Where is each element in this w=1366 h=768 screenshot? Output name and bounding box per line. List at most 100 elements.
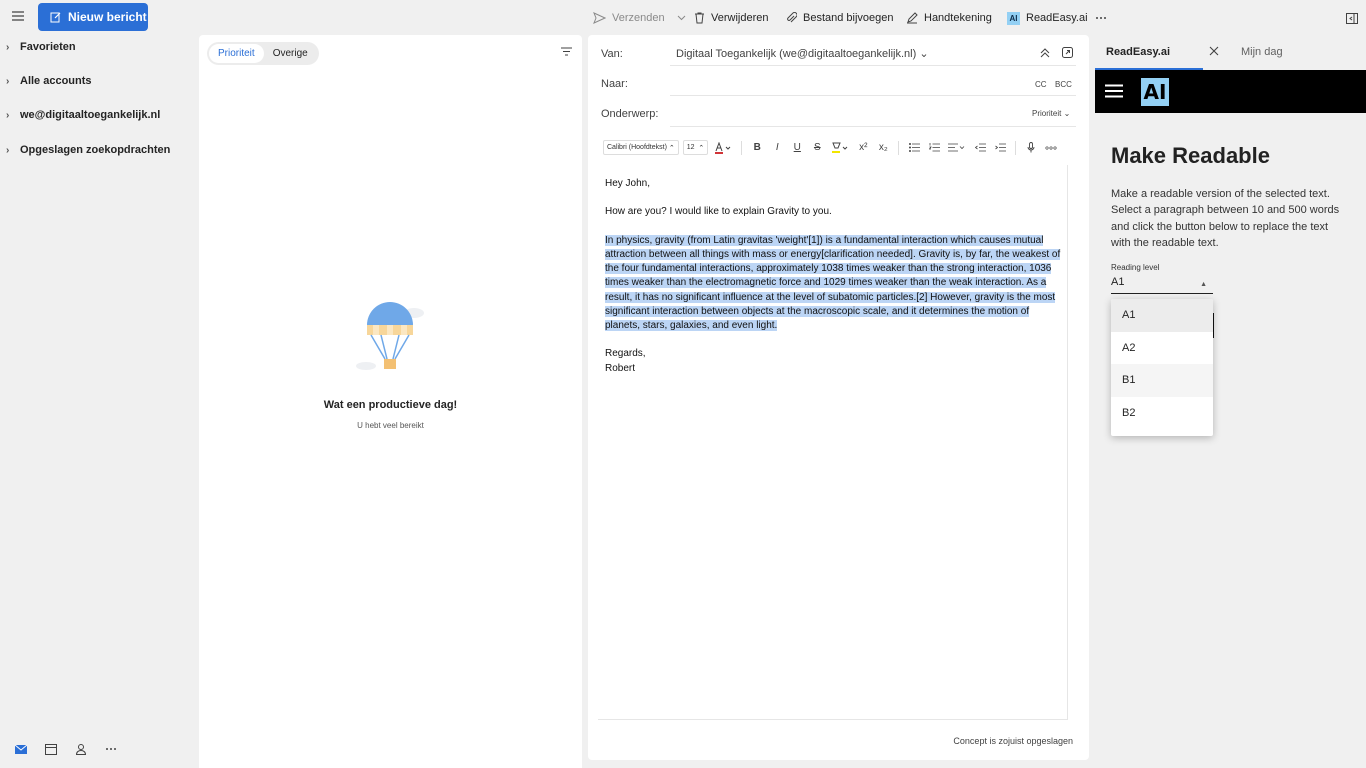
- superscript-icon[interactable]: x²: [855, 140, 871, 156]
- font-family-select[interactable]: Calibri (Hoofdtekst) ⌃: [603, 140, 679, 155]
- app-switcher: [14, 742, 118, 756]
- folder-favorites[interactable]: › Favorieten: [6, 37, 76, 57]
- body-closing: Regards,: [605, 348, 646, 360]
- readeasy-badge-icon: AI: [1007, 11, 1020, 25]
- reading-level-value: A1: [1111, 276, 1125, 288]
- paperclip-icon: [786, 12, 797, 24]
- delete-button[interactable]: Verwijderen: [694, 9, 768, 27]
- hamburger-menu-icon[interactable]: [1105, 84, 1123, 98]
- message-list-pane: Prioriteit Overige Wat een productieve d…: [199, 35, 582, 768]
- level-option-b2[interactable]: B2: [1111, 397, 1213, 430]
- numbering-icon[interactable]: [926, 140, 942, 156]
- caret-up-icon: ▲: [1200, 281, 1207, 288]
- divider: [670, 126, 1076, 127]
- menu-icon[interactable]: [11, 10, 27, 24]
- align-icon[interactable]: [946, 140, 968, 156]
- chevron-right-icon: ›: [6, 109, 10, 121]
- font-family-value: Calibri (Hoofdtekst): [607, 144, 667, 151]
- selected-text: In physics, gravity (from Latin gravitas…: [605, 234, 1061, 331]
- strikethrough-icon[interactable]: S: [809, 140, 825, 156]
- divider: [670, 65, 1076, 66]
- priority-button[interactable]: Prioriteit ⌄: [1032, 109, 1070, 118]
- folder-all-accounts[interactable]: › Alle accounts: [6, 71, 92, 91]
- message-body-text[interactable]: Hey John, How are you? I would like to e…: [605, 177, 1065, 376]
- readeasy-button[interactable]: AI ReadEasy.ai: [1007, 9, 1088, 27]
- subject-label: Onderwerp:: [601, 108, 659, 120]
- bold-icon[interactable]: B: [749, 140, 765, 156]
- chevron-right-icon: ›: [6, 75, 10, 87]
- toolbar-separator: [741, 140, 743, 155]
- toolbar-separator: [1015, 140, 1017, 155]
- new-message-button[interactable]: Nieuw bericht: [38, 3, 148, 31]
- highlight-icon[interactable]: [829, 140, 851, 156]
- popout-icon[interactable]: [1062, 47, 1073, 58]
- tab-other[interactable]: Overige: [264, 44, 317, 63]
- body-paragraph-selected: In physics, gravity (from Latin gravitas…: [605, 234, 1065, 333]
- mail-icon[interactable]: [14, 742, 28, 756]
- decrease-indent-icon[interactable]: [972, 140, 988, 156]
- readeasy-logo: AI: [1141, 78, 1169, 106]
- font-size-select[interactable]: 12 ⌃: [682, 140, 709, 155]
- readeasy-label: ReadEasy.ai: [1026, 12, 1088, 24]
- empty-state-subtitle: U hebt veel bereikt: [357, 421, 424, 430]
- italic-icon[interactable]: I: [769, 140, 785, 156]
- pen-icon: [906, 12, 918, 24]
- folder-saved-searches[interactable]: › Opgeslagen zoekopdrachten: [6, 140, 170, 160]
- tab-my-day[interactable]: Mijn dag: [1241, 46, 1283, 58]
- bullets-icon[interactable]: [906, 140, 922, 156]
- addin-pane: ReadEasy.ai Mijn dag AI Make Readable Ma…: [1095, 35, 1366, 768]
- dictate-icon[interactable]: [1023, 140, 1039, 156]
- attach-file-button[interactable]: Bestand bijvoegen: [786, 9, 894, 27]
- body-blank-line: [605, 191, 1065, 205]
- reading-level-dropdown: A1 A2 B1 B2: [1111, 299, 1213, 436]
- cc-button[interactable]: CC: [1035, 80, 1047, 89]
- level-option-a2[interactable]: A2: [1111, 332, 1213, 365]
- compose-icon: [50, 11, 62, 23]
- calendar-icon[interactable]: [44, 742, 58, 756]
- ellipsis-icon: [1095, 16, 1107, 20]
- font-color-icon[interactable]: [712, 140, 734, 156]
- folder-account[interactable]: › we@digitaaltoegankelijk.nl: [6, 105, 160, 125]
- to-label: Naar:: [601, 78, 628, 90]
- chevron-down-icon: ⌄: [1063, 109, 1071, 118]
- more-options-button[interactable]: [1095, 9, 1107, 27]
- reading-level-select[interactable]: A1 ▲: [1111, 276, 1213, 294]
- level-option-a1[interactable]: A1: [1111, 299, 1213, 332]
- body-blank-line: [605, 333, 1065, 347]
- collapse-header-icon[interactable]: [1040, 48, 1050, 58]
- draft-status: Concept is zojuist opgeslagen: [953, 736, 1073, 746]
- from-account-select[interactable]: Digitaal Toegankelijk (we@digitaaltoegan…: [676, 47, 929, 60]
- filter-icon[interactable]: [561, 47, 572, 56]
- more-apps-icon[interactable]: [104, 742, 118, 756]
- chevron-right-icon: ›: [6, 41, 10, 53]
- message-body-editor[interactable]: Hey John, How are you? I would like to e…: [598, 165, 1068, 720]
- attach-file-label: Bestand bijvoegen: [803, 12, 894, 24]
- from-label: Van:: [601, 48, 623, 60]
- chevron-down-icon[interactable]: [677, 15, 686, 21]
- increase-indent-icon[interactable]: [992, 140, 1008, 156]
- send-button[interactable]: Verzenden: [593, 9, 686, 27]
- reading-level-label: Reading level: [1111, 263, 1160, 272]
- send-icon: [593, 12, 606, 24]
- tab-focused[interactable]: Prioriteit: [209, 44, 264, 63]
- tab-readeasy[interactable]: ReadEasy.ai: [1106, 46, 1170, 58]
- chevron-right-icon: ›: [6, 144, 10, 156]
- panel-toggle-icon: [1346, 12, 1358, 24]
- from-value: Digitaal Toegankelijk (we@digitaaltoegan…: [676, 48, 917, 60]
- level-option-b1[interactable]: B1: [1111, 364, 1213, 397]
- collapse-pane-button[interactable]: [1346, 9, 1358, 27]
- signature-label: Handtekening: [924, 12, 992, 24]
- body-greeting: Hey John,: [605, 178, 651, 189]
- chevron-down-icon: ⌄: [919, 48, 929, 60]
- bcc-button[interactable]: BCC: [1055, 80, 1072, 89]
- subscript-icon[interactable]: x₂: [875, 140, 891, 156]
- more-formatting-icon[interactable]: [1043, 140, 1059, 156]
- underline-icon[interactable]: U: [789, 140, 805, 156]
- delete-label: Verwijderen: [711, 12, 769, 24]
- send-label: Verzenden: [612, 12, 665, 24]
- signature-button[interactable]: Handtekening: [906, 9, 992, 27]
- close-icon[interactable]: [1209, 46, 1219, 56]
- people-icon[interactable]: [74, 742, 88, 756]
- readeasy-header: AI: [1095, 70, 1366, 113]
- body-blank-line: [605, 220, 1065, 234]
